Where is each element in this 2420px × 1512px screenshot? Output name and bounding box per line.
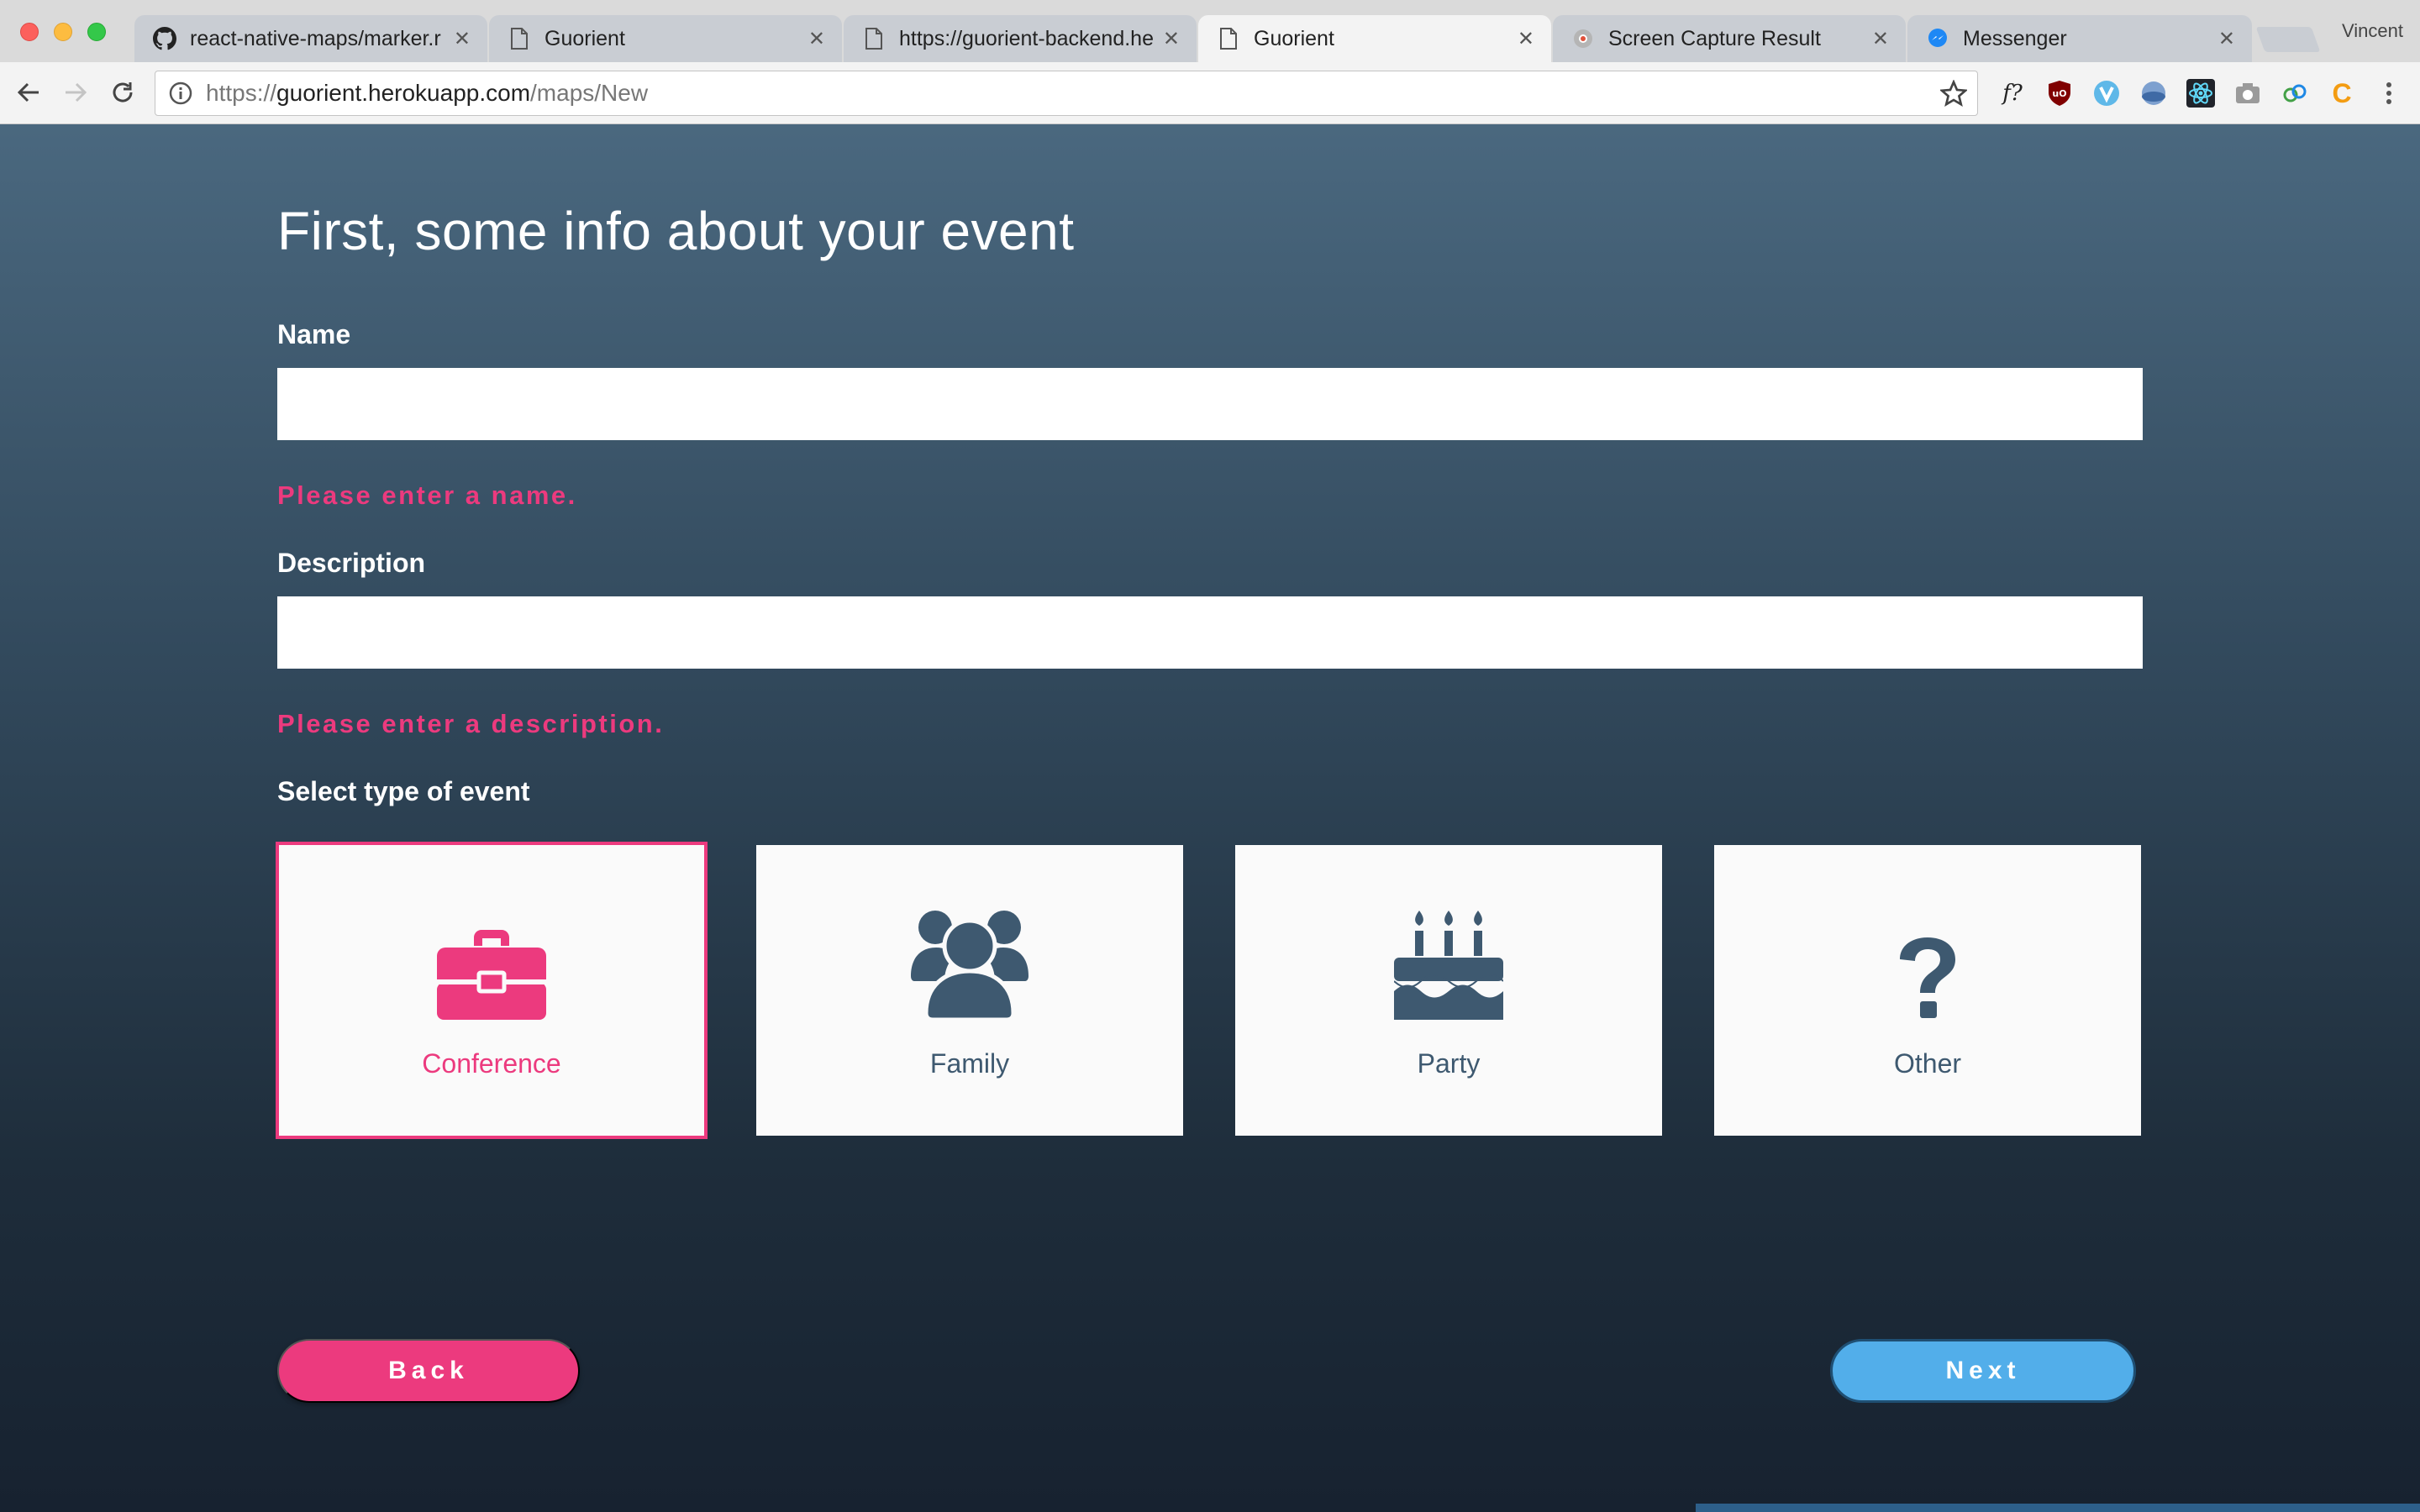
url-scheme: https:// <box>206 80 277 106</box>
tab-title: Guorient <box>1254 26 1334 50</box>
address-bar[interactable]: https://guorient.herokuapp.com/maps/New <box>155 71 1978 116</box>
description-input[interactable] <box>277 596 2143 669</box>
document-icon <box>1217 27 1240 50</box>
back-nav-button[interactable] <box>12 76 45 109</box>
event-type-label-text: Other <box>1893 1047 1962 1079</box>
close-tab-icon[interactable]: ✕ <box>2218 27 2235 51</box>
event-type-label-text: Family <box>929 1047 1010 1079</box>
close-window-button[interactable] <box>20 23 39 41</box>
tab-title: https://guorient-backend.he <box>899 26 1153 50</box>
event-type-label-text: Conference <box>422 1047 561 1079</box>
event-type-conference[interactable]: Conference <box>276 842 708 1139</box>
reload-button[interactable] <box>106 76 139 109</box>
reload-icon <box>113 82 133 102</box>
url-host: guorient.herokuapp.com <box>276 80 531 106</box>
event-type-family[interactable]: Family <box>756 845 1183 1136</box>
browser-tab[interactable]: Messenger ✕ <box>1907 15 2252 62</box>
browser-tab[interactable]: Guorient ✕ <box>489 15 842 62</box>
back-button[interactable]: Back <box>277 1339 580 1403</box>
arrow-right-icon <box>66 82 87 102</box>
page-bottom-edge <box>1696 1504 2420 1512</box>
svg-text:uO: uO <box>2052 88 2066 99</box>
close-tab-icon[interactable]: ✕ <box>1163 27 1180 51</box>
bookmark-star-icon[interactable] <box>1930 80 1977 107</box>
name-error-message: Please enter a name. <box>277 480 577 510</box>
family-icon <box>911 902 1028 1020</box>
tab-title: Messenger <box>1963 26 2067 50</box>
close-tab-icon[interactable]: ✕ <box>1872 27 1889 51</box>
description-label: Description <box>277 548 426 578</box>
browser-tab[interactable]: react-native-maps/marker.r ✕ <box>134 15 487 62</box>
close-tab-icon[interactable]: ✕ <box>454 27 471 51</box>
forward-nav-button[interactable] <box>59 76 92 109</box>
browser-tab[interactable]: Screen Capture Result ✕ <box>1553 15 1906 62</box>
font-query-icon[interactable]: f? <box>1996 77 2028 109</box>
url-path: /maps/New <box>530 80 649 106</box>
camera-icon[interactable] <box>2232 77 2264 109</box>
tab-title: Screen Capture Result <box>1608 26 1821 50</box>
tab-title: react-native-maps/marker.r <box>190 26 441 50</box>
arrow-left-icon <box>17 82 39 102</box>
tab-title: Guorient <box>544 26 625 50</box>
document-icon <box>508 27 531 50</box>
close-tab-icon[interactable]: ✕ <box>1518 27 1534 51</box>
page-title: First, some info about your event <box>277 201 1075 261</box>
minimize-window-button[interactable] <box>54 23 72 41</box>
vimium-icon[interactable] <box>2091 77 2123 109</box>
globe-icon[interactable] <box>2138 77 2170 109</box>
profile-name[interactable]: Vincent <box>2342 20 2403 42</box>
name-input[interactable] <box>277 368 2143 440</box>
question-mark-icon <box>1897 902 1959 1020</box>
fullscreen-window-button[interactable] <box>87 23 106 41</box>
next-button[interactable]: Next <box>1830 1339 2136 1403</box>
event-type-label: Select type of event <box>277 776 530 806</box>
ublock-icon[interactable]: uO <box>2044 77 2075 109</box>
info-icon[interactable] <box>155 81 206 105</box>
screen-capture-icon <box>1571 27 1595 50</box>
react-devtools-icon[interactable] <box>2185 77 2217 109</box>
messenger-icon <box>1926 27 1949 50</box>
browser-tab[interactable]: https://guorient-backend.he ✕ <box>844 15 1197 62</box>
event-type-party[interactable]: Party <box>1235 845 1662 1136</box>
url-text[interactable]: https://guorient.herokuapp.com/maps/New <box>206 80 1930 107</box>
c-extension-icon[interactable]: C <box>2326 77 2358 109</box>
browser-toolbar: https://guorient.herokuapp.com/maps/New … <box>0 62 2420 124</box>
birthday-cake-icon <box>1394 902 1503 1020</box>
event-type-label-text: Party <box>1417 1047 1481 1079</box>
browser-tab-active[interactable]: Guorient ✕ <box>1198 15 1551 62</box>
document-icon <box>862 27 886 50</box>
new-tab-button[interactable] <box>2255 27 2321 52</box>
name-label: Name <box>277 319 351 349</box>
briefcase-icon <box>437 902 546 1020</box>
page-content: First, some info about your event Name P… <box>0 124 2420 1512</box>
github-icon <box>153 27 176 50</box>
description-error-message: Please enter a description. <box>277 709 665 738</box>
link-extension-icon[interactable] <box>2279 77 2311 109</box>
event-type-other[interactable]: Other <box>1714 845 2141 1136</box>
close-tab-icon[interactable]: ✕ <box>808 27 825 51</box>
browser-tab-strip: react-native-maps/marker.r ✕ Guorient ✕ … <box>0 0 2420 62</box>
chrome-menu-icon[interactable] <box>2373 77 2405 109</box>
